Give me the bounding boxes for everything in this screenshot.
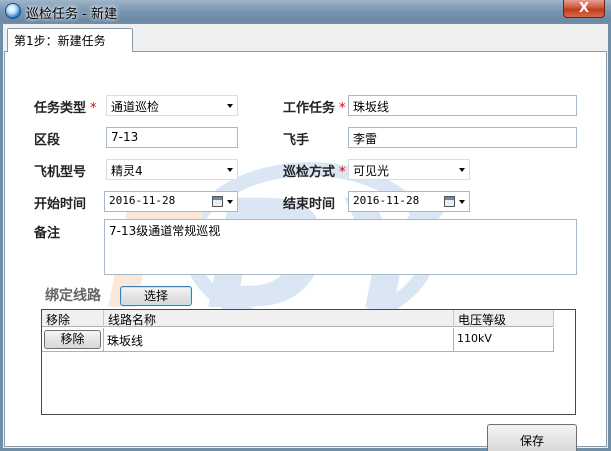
binding-group-title: 绑定线路 xyxy=(45,288,101,304)
remarks-label: 备注 xyxy=(34,226,61,241)
remove-cell: 移除 xyxy=(42,328,104,352)
chevron-down-icon[interactable] xyxy=(227,200,233,204)
chevron-down-icon[interactable] xyxy=(227,104,233,108)
window-client: 第1步：新建任务 F D Y 任务类型* 通道巡检 工作任务* 珠坂线 xyxy=(3,24,608,451)
title-bar: 巡检任务 - 新建 X xyxy=(0,0,611,22)
required-mark: * xyxy=(339,101,346,116)
end-time-label: 结束时间 xyxy=(283,197,336,212)
table-row[interactable]: 移除 珠坂线 110kV xyxy=(42,328,554,352)
work-task-label: 工作任务 * xyxy=(283,101,346,116)
required-mark: * xyxy=(339,165,346,180)
patrol-method-combo[interactable]: 可见光 xyxy=(348,159,470,180)
line-grid: 移除 线路名称 电压等级 移除 珠坂线 110kV xyxy=(41,309,576,415)
tab-panel: F D Y 任务类型* 通道巡检 工作任务* 珠坂线 区段 7-13 飞手 李雷 xyxy=(4,51,607,451)
app-globe-icon xyxy=(5,3,21,19)
line-name-cell[interactable]: 珠坂线 xyxy=(104,328,454,352)
select-line-button[interactable]: 选择 xyxy=(120,286,192,306)
end-time-picker[interactable]: 2016-11-28 xyxy=(348,191,470,212)
pilot-label: 飞手 xyxy=(283,133,310,148)
remarks-field[interactable]: 7-13级通道常规巡视 xyxy=(104,219,577,275)
section-field[interactable]: 7-13 xyxy=(106,127,238,148)
window-frame: 第1步：新建任务 F D Y 任务类型* 通道巡检 工作任务* 珠坂线 xyxy=(0,22,611,451)
start-time-picker[interactable]: 2016-11-28 xyxy=(104,191,238,212)
tab-new-task[interactable]: 第1步：新建任务 xyxy=(7,28,133,52)
patrol-method-label: 巡检方式 * xyxy=(283,165,346,180)
work-task-field[interactable]: 珠坂线 xyxy=(348,95,577,116)
section-label: 区段 xyxy=(34,133,61,148)
task-type-label: 任务类型 * xyxy=(34,101,97,116)
chevron-down-icon[interactable] xyxy=(459,168,465,172)
column-header-remove[interactable]: 移除 xyxy=(42,310,104,327)
task-type-combo[interactable]: 通道巡检 xyxy=(106,95,238,116)
pilot-field[interactable]: 李雷 xyxy=(348,127,577,148)
column-header-line-name[interactable]: 线路名称 xyxy=(104,310,454,327)
calendar-icon[interactable] xyxy=(212,196,223,207)
aircraft-model-combo[interactable]: 精灵4 xyxy=(106,159,238,180)
remove-row-button[interactable]: 移除 xyxy=(44,330,101,349)
grid-header: 移除 线路名称 电压等级 xyxy=(42,310,554,327)
save-button[interactable]: 保存 xyxy=(487,424,577,451)
voltage-cell[interactable]: 110kV xyxy=(454,328,554,352)
chevron-down-icon[interactable] xyxy=(459,200,465,204)
start-time-label: 开始时间 xyxy=(34,197,87,212)
required-mark: * xyxy=(90,101,97,116)
aircraft-model-label: 飞机型号 xyxy=(34,165,87,180)
window-title: 巡检任务 - 新建 xyxy=(26,7,117,22)
calendar-icon[interactable] xyxy=(444,196,455,207)
close-button[interactable]: X xyxy=(563,0,605,18)
column-header-voltage[interactable]: 电压等级 xyxy=(454,310,554,327)
chevron-down-icon[interactable] xyxy=(227,168,233,172)
